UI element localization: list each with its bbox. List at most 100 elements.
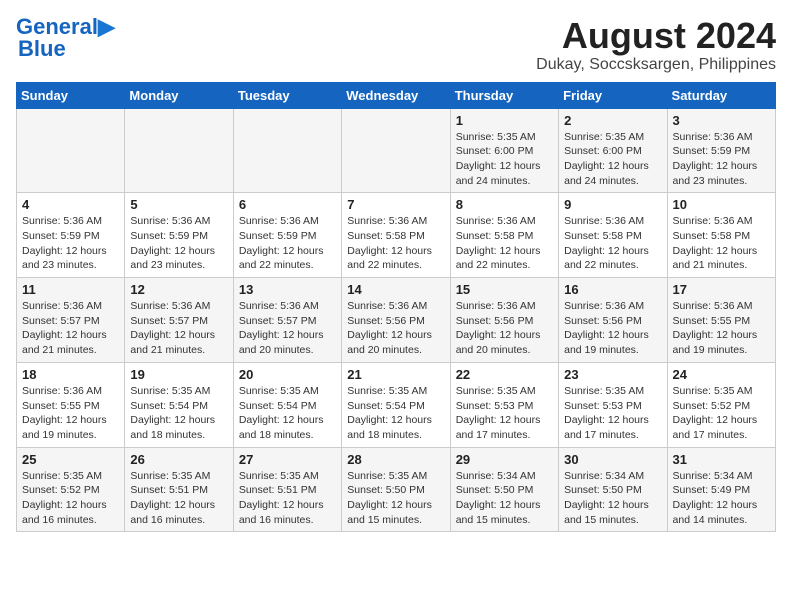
day-number: 30	[564, 452, 661, 467]
calendar-week-4: 18 Sunrise: 5:36 AMSunset: 5:55 PMDayligh…	[17, 362, 776, 447]
day-info: Sunrise: 5:36 AMSunset: 5:55 PMDaylight:…	[22, 384, 119, 443]
day-number: 10	[673, 197, 770, 212]
calendar-cell: 29 Sunrise: 5:34 AMSunset: 5:50 PMDayligh…	[450, 447, 558, 532]
day-number: 7	[347, 197, 444, 212]
page-subtitle: Dukay, Soccsksargen, Philippines	[536, 56, 776, 74]
calendar-cell: 7 Sunrise: 5:36 AMSunset: 5:58 PMDaylight…	[342, 193, 450, 278]
day-number: 13	[239, 282, 336, 297]
weekday-header-friday: Friday	[559, 82, 667, 108]
calendar-cell: 9 Sunrise: 5:36 AMSunset: 5:58 PMDaylight…	[559, 193, 667, 278]
day-info: Sunrise: 5:35 AMSunset: 6:00 PMDaylight:…	[564, 130, 661, 189]
day-info: Sunrise: 5:36 AMSunset: 5:56 PMDaylight:…	[347, 299, 444, 358]
calendar-cell: 6 Sunrise: 5:36 AMSunset: 5:59 PMDaylight…	[233, 193, 341, 278]
calendar-week-3: 11 Sunrise: 5:36 AMSunset: 5:57 PMDayligh…	[17, 278, 776, 363]
day-number: 18	[22, 367, 119, 382]
day-info: Sunrise: 5:34 AMSunset: 5:49 PMDaylight:…	[673, 469, 770, 528]
day-info: Sunrise: 5:36 AMSunset: 5:57 PMDaylight:…	[239, 299, 336, 358]
day-info: Sunrise: 5:35 AMSunset: 5:51 PMDaylight:…	[239, 469, 336, 528]
calendar-cell	[342, 108, 450, 193]
day-number: 15	[456, 282, 553, 297]
day-number: 11	[22, 282, 119, 297]
page-title: August 2024	[536, 16, 776, 56]
day-number: 19	[130, 367, 227, 382]
calendar-cell: 26Sunrise: 5:35 AMSunset: 5:51 PMDayligh…	[125, 447, 233, 532]
day-number: 9	[564, 197, 661, 212]
calendar-cell: 28 Sunrise: 5:35 AMSunset: 5:50 PMDayligh…	[342, 447, 450, 532]
day-number: 23	[564, 367, 661, 382]
calendar-body: 1 Sunrise: 5:35 AMSunset: 6:00 PMDaylight…	[17, 108, 776, 532]
day-info: Sunrise: 5:36 AMSunset: 5:58 PMDaylight:…	[347, 214, 444, 273]
calendar-table: SundayMondayTuesdayWednesdayThursdayFrid…	[16, 82, 776, 533]
calendar-cell: 12 Sunrise: 5:36 AMSunset: 5:57 PMDayligh…	[125, 278, 233, 363]
calendar-cell: 30 Sunrise: 5:34 AMSunset: 5:50 PMDayligh…	[559, 447, 667, 532]
calendar-cell: 23 Sunrise: 5:35 AMSunset: 5:53 PMDayligh…	[559, 362, 667, 447]
calendar-cell: 4Sunrise: 5:36 AMSunset: 5:59 PMDaylight…	[17, 193, 125, 278]
day-info: Sunrise: 5:36 AMSunset: 5:57 PMDaylight:…	[130, 299, 227, 358]
title-area: August 2024 Dukay, Soccsksargen, Philipp…	[536, 16, 776, 74]
calendar-cell: 22 Sunrise: 5:35 AMSunset: 5:53 PMDayligh…	[450, 362, 558, 447]
calendar-cell: 17 Sunrise: 5:36 AMSunset: 5:55 PMDayligh…	[667, 278, 775, 363]
calendar-cell: 16Sunrise: 5:36 AMSunset: 5:56 PMDayligh…	[559, 278, 667, 363]
calendar-cell: 25Sunrise: 5:35 AMSunset: 5:52 PMDayligh…	[17, 447, 125, 532]
calendar-week-5: 25Sunrise: 5:35 AMSunset: 5:52 PMDayligh…	[17, 447, 776, 532]
day-number: 12	[130, 282, 227, 297]
calendar-cell: 31 Sunrise: 5:34 AMSunset: 5:49 PMDayligh…	[667, 447, 775, 532]
day-number: 8	[456, 197, 553, 212]
calendar-cell: 3Sunrise: 5:36 AMSunset: 5:59 PMDaylight…	[667, 108, 775, 193]
day-info: Sunrise: 5:36 AMSunset: 5:59 PMDaylight:…	[130, 214, 227, 273]
day-info: Sunrise: 5:35 AMSunset: 6:00 PMDaylight:…	[456, 130, 553, 189]
header: General▶ Blue August 2024 Dukay, Soccsks…	[16, 16, 776, 74]
day-number: 29	[456, 452, 553, 467]
weekday-header-saturday: Saturday	[667, 82, 775, 108]
day-info: Sunrise: 5:36 AMSunset: 5:55 PMDaylight:…	[673, 299, 770, 358]
calendar-cell: 14Sunrise: 5:36 AMSunset: 5:56 PMDayligh…	[342, 278, 450, 363]
day-number: 4	[22, 197, 119, 212]
calendar-cell	[233, 108, 341, 193]
day-info: Sunrise: 5:35 AMSunset: 5:54 PMDaylight:…	[239, 384, 336, 443]
day-number: 20	[239, 367, 336, 382]
day-number: 21	[347, 367, 444, 382]
day-number: 24	[673, 367, 770, 382]
calendar-cell: 10 Sunrise: 5:36 AMSunset: 5:58 PMDayligh…	[667, 193, 775, 278]
day-info: Sunrise: 5:36 AMSunset: 5:58 PMDaylight:…	[564, 214, 661, 273]
day-info: Sunrise: 5:34 AMSunset: 5:50 PMDaylight:…	[456, 469, 553, 528]
logo: General▶ Blue	[16, 16, 115, 62]
calendar-cell: 24 Sunrise: 5:35 AMSunset: 5:52 PMDayligh…	[667, 362, 775, 447]
day-info: Sunrise: 5:35 AMSunset: 5:52 PMDaylight:…	[673, 384, 770, 443]
calendar-cell: 20 Sunrise: 5:35 AMSunset: 5:54 PMDayligh…	[233, 362, 341, 447]
day-info: Sunrise: 5:36 AMSunset: 5:59 PMDaylight:…	[239, 214, 336, 273]
day-number: 22	[456, 367, 553, 382]
calendar-cell: 13 Sunrise: 5:36 AMSunset: 5:57 PMDayligh…	[233, 278, 341, 363]
calendar-cell: 8Sunrise: 5:36 AMSunset: 5:58 PMDaylight…	[450, 193, 558, 278]
day-number: 31	[673, 452, 770, 467]
weekday-header-row: SundayMondayTuesdayWednesdayThursdayFrid…	[17, 82, 776, 108]
weekday-header-thursday: Thursday	[450, 82, 558, 108]
calendar-cell: 5 Sunrise: 5:36 AMSunset: 5:59 PMDaylight…	[125, 193, 233, 278]
day-info: Sunrise: 5:34 AMSunset: 5:50 PMDaylight:…	[564, 469, 661, 528]
day-number: 28	[347, 452, 444, 467]
weekday-header-tuesday: Tuesday	[233, 82, 341, 108]
weekday-header-wednesday: Wednesday	[342, 82, 450, 108]
day-number: 17	[673, 282, 770, 297]
day-info: Sunrise: 5:35 AMSunset: 5:51 PMDaylight:…	[130, 469, 227, 528]
day-number: 6	[239, 197, 336, 212]
day-number: 5	[130, 197, 227, 212]
day-number: 16	[564, 282, 661, 297]
calendar-week-2: 4 Sunrise: 5:36 AMSunset: 5:59 PMDaylight…	[17, 193, 776, 278]
day-info: Sunrise: 5:35 AMSunset: 5:53 PMDaylight:…	[456, 384, 553, 443]
calendar-week-1: 1 Sunrise: 5:35 AMSunset: 6:00 PMDaylight…	[17, 108, 776, 193]
calendar-cell: 27Sunrise: 5:35 AMSunset: 5:51 PMDayligh…	[233, 447, 341, 532]
day-info: Sunrise: 5:35 AMSunset: 5:54 PMDaylight:…	[347, 384, 444, 443]
logo-blue: Blue	[18, 36, 66, 62]
calendar-cell: 11Sunrise: 5:36 AMSunset: 5:57 PMDayligh…	[17, 278, 125, 363]
weekday-header-monday: Monday	[125, 82, 233, 108]
day-number: 1	[456, 113, 553, 128]
calendar-cell: 18 Sunrise: 5:36 AMSunset: 5:55 PMDayligh…	[17, 362, 125, 447]
day-info: Sunrise: 5:36 AMSunset: 5:56 PMDaylight:…	[456, 299, 553, 358]
day-info: Sunrise: 5:35 AMSunset: 5:50 PMDaylight:…	[347, 469, 444, 528]
calendar-cell: 2Sunrise: 5:35 AMSunset: 6:00 PMDaylight…	[559, 108, 667, 193]
calendar-cell	[17, 108, 125, 193]
day-info: Sunrise: 5:36 AMSunset: 5:58 PMDaylight:…	[673, 214, 770, 273]
day-info: Sunrise: 5:35 AMSunset: 5:53 PMDaylight:…	[564, 384, 661, 443]
logo-text: General▶	[16, 16, 115, 38]
